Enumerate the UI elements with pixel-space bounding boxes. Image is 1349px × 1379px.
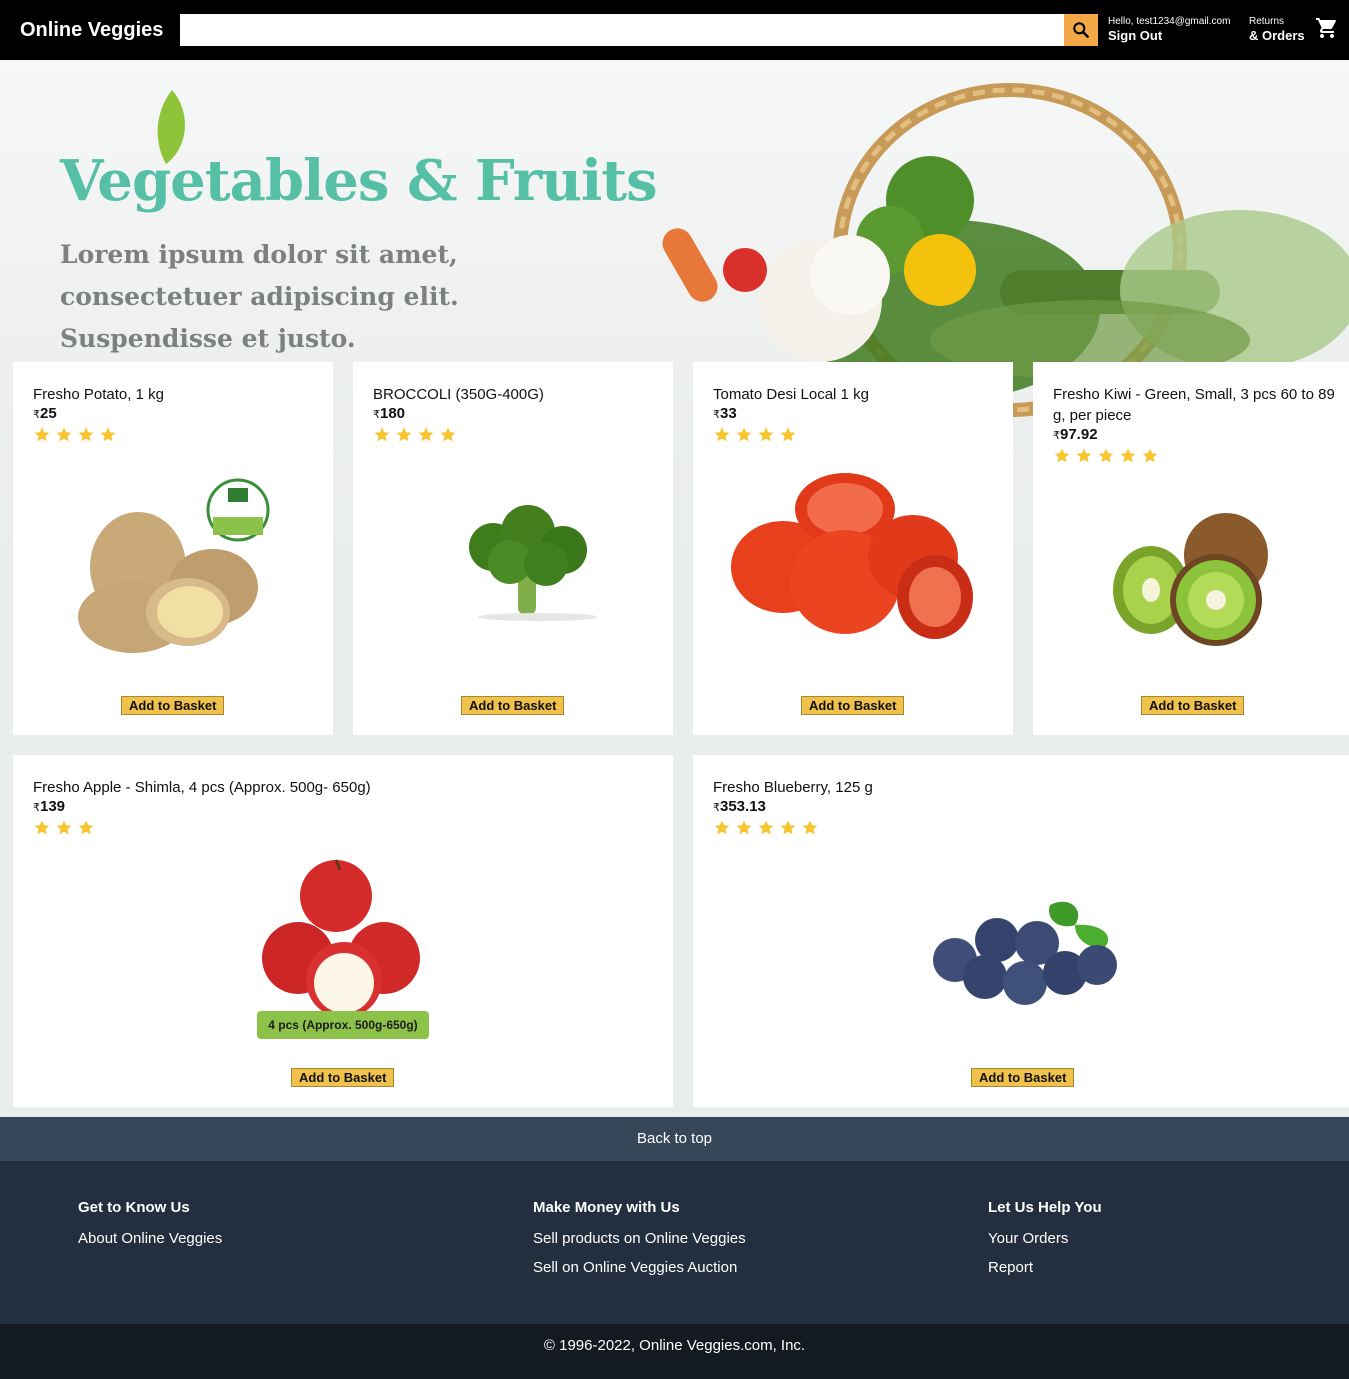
hero-title: Vegetables & Fruits bbox=[60, 148, 658, 214]
star-icon bbox=[56, 427, 72, 442]
returns-label: Returns bbox=[1249, 16, 1285, 27]
footer-column-know-us: Get to Know Us About Online Veggies bbox=[78, 1199, 222, 1259]
product-title[interactable]: Tomato Desi Local 1 kg bbox=[713, 384, 869, 405]
potato-image bbox=[78, 478, 270, 653]
star-icon bbox=[440, 427, 456, 442]
product-rating bbox=[713, 426, 797, 444]
footer-heading: Get to Know Us bbox=[78, 1199, 190, 1216]
orders-label: & Orders bbox=[1249, 28, 1305, 43]
product-card: Fresho Blueberry, 125 g ₹353.13 Add to B… bbox=[693, 755, 1349, 1107]
currency-symbol: ₹ bbox=[33, 409, 40, 421]
product-price: ₹139 bbox=[33, 798, 66, 815]
star-icon bbox=[714, 820, 730, 835]
sign-out-link[interactable]: Sign Out bbox=[1108, 28, 1230, 44]
add-to-basket-button[interactable]: Add to Basket bbox=[121, 696, 225, 715]
site-logo[interactable]: Online Veggies bbox=[20, 19, 180, 42]
footer-link-report[interactable]: Report bbox=[988, 1259, 1102, 1276]
star-icon bbox=[374, 427, 390, 442]
star-icon bbox=[396, 427, 412, 442]
blueberry-image bbox=[933, 901, 1117, 1005]
footer-heading: Let Us Help You bbox=[988, 1199, 1102, 1216]
footer-link-sell-auction[interactable]: Sell on Online Veggies Auction bbox=[533, 1259, 746, 1276]
star-icon bbox=[758, 427, 774, 442]
star-icon bbox=[714, 427, 730, 442]
star-icon bbox=[34, 820, 50, 835]
product-card: BROCCOLI (350G-400G) ₹180 Add to Basket bbox=[353, 362, 673, 735]
product-card: Tomato Desi Local 1 kg ₹33 Add to Basket bbox=[693, 362, 1013, 735]
product-rating bbox=[1053, 447, 1159, 465]
footer-column-make-money: Make Money with Us Sell products on Onli… bbox=[533, 1199, 746, 1288]
search-input[interactable] bbox=[180, 14, 1064, 46]
footer-heading: Make Money with Us bbox=[533, 1199, 680, 1216]
star-icon bbox=[418, 427, 434, 442]
star-icon bbox=[780, 427, 796, 442]
product-card: Fresho Kiwi - Green, Small, 3 pcs 60 to … bbox=[1033, 362, 1349, 735]
product-rating bbox=[373, 426, 457, 444]
apple-pack-badge: 4 pcs (Approx. 500g-650g) bbox=[257, 1011, 429, 1039]
product-title[interactable]: Fresho Blueberry, 125 g bbox=[713, 777, 873, 798]
add-to-basket-button[interactable]: Add to Basket bbox=[1141, 696, 1245, 715]
star-icon bbox=[56, 820, 72, 835]
add-to-basket-button[interactable]: Add to Basket bbox=[461, 696, 565, 715]
star-icon bbox=[78, 820, 94, 835]
top-nav-bar: Online Veggies Hello, test1234@gmail.com… bbox=[0, 0, 1349, 60]
product-price: ₹33 bbox=[713, 405, 737, 422]
product-price: ₹180 bbox=[373, 405, 406, 422]
returns-orders-link[interactable]: Returns & Orders bbox=[1249, 16, 1305, 44]
product-price: ₹25 bbox=[33, 405, 57, 422]
footer-column-help: Let Us Help You Your Orders Report bbox=[988, 1199, 1102, 1288]
cart-icon[interactable] bbox=[1315, 16, 1339, 40]
product-title[interactable]: Fresho Apple - Shimla, 4 pcs (Approx. 50… bbox=[33, 777, 371, 798]
user-greeting: Hello, test1234@gmail.com bbox=[1108, 16, 1231, 27]
search-icon bbox=[1073, 22, 1089, 38]
account-signout[interactable]: Hello, test1234@gmail.com Sign Out bbox=[1108, 16, 1230, 44]
product-card: Fresho Potato, 1 kg ₹25 Add to Basket bbox=[13, 362, 333, 735]
add-to-basket-button[interactable]: Add to Basket bbox=[801, 696, 905, 715]
footer-link-your-orders[interactable]: Your Orders bbox=[988, 1230, 1102, 1247]
star-icon bbox=[802, 820, 818, 835]
kiwi-image bbox=[1113, 513, 1268, 646]
star-icon bbox=[1098, 448, 1114, 463]
product-price: ₹97.92 bbox=[1053, 426, 1098, 443]
star-icon bbox=[1076, 448, 1092, 463]
footer-link-sell-products[interactable]: Sell products on Online Veggies bbox=[533, 1230, 746, 1247]
product-price: ₹353.13 bbox=[713, 798, 766, 815]
star-icon bbox=[780, 820, 796, 835]
product-rating bbox=[33, 819, 95, 837]
star-icon bbox=[758, 820, 774, 835]
hero-subtitle: Lorem ipsum dolor sit amet, consectetuer… bbox=[60, 240, 459, 353]
star-icon bbox=[34, 427, 50, 442]
star-icon bbox=[736, 427, 752, 442]
star-icon bbox=[1120, 448, 1136, 463]
product-title[interactable]: Fresho Kiwi - Green, Small, 3 pcs 60 to … bbox=[1053, 384, 1343, 426]
product-card: Fresho Apple - Shimla, 4 pcs (Approx. 50… bbox=[13, 755, 673, 1107]
product-title[interactable]: BROCCOLI (350G-400G) bbox=[373, 384, 544, 405]
star-icon bbox=[1142, 448, 1158, 463]
product-rating bbox=[713, 819, 819, 837]
footer-links: Get to Know Us About Online Veggies Make… bbox=[0, 1161, 1349, 1324]
star-icon bbox=[78, 427, 94, 442]
broccoli-image bbox=[469, 505, 598, 621]
search-button[interactable] bbox=[1064, 14, 1098, 46]
product-title[interactable]: Fresho Potato, 1 kg bbox=[33, 384, 164, 405]
product-rating bbox=[33, 426, 117, 444]
apple-image bbox=[262, 859, 420, 1018]
add-to-basket-button[interactable]: Add to Basket bbox=[971, 1068, 1075, 1087]
star-icon bbox=[100, 427, 116, 442]
tomato-image bbox=[731, 473, 973, 639]
star-icon bbox=[1054, 448, 1070, 463]
star-icon bbox=[736, 820, 752, 835]
add-to-basket-button[interactable]: Add to Basket bbox=[291, 1068, 395, 1087]
copyright-text: © 1996-2022, Online Veggies.com, Inc. bbox=[0, 1324, 1349, 1379]
footer-link-about[interactable]: About Online Veggies bbox=[78, 1230, 222, 1247]
search-bar bbox=[180, 14, 1098, 46]
back-to-top-link[interactable]: Back to top bbox=[0, 1117, 1349, 1161]
